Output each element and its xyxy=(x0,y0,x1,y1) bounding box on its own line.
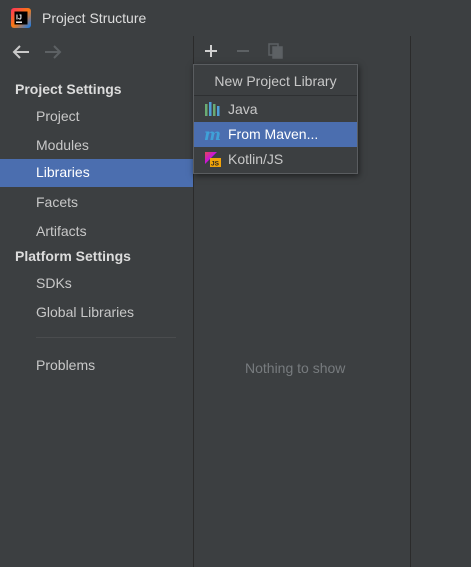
java-library-icon xyxy=(205,102,220,116)
window-title: Project Structure xyxy=(42,10,147,26)
popup-item-from-maven[interactable]: m From Maven... xyxy=(194,122,357,147)
title-bar: IJ Project Structure xyxy=(0,0,471,36)
sidebar-item-artifacts[interactable]: Artifacts xyxy=(0,218,193,246)
popup-title: New Project Library xyxy=(194,65,357,96)
popup-item-java[interactable]: Java xyxy=(194,97,357,122)
sidebar-item-label: Problems xyxy=(36,357,96,373)
maven-icon: m xyxy=(204,126,221,143)
sidebar-item-label: Facets xyxy=(36,194,79,210)
remove-icon[interactable] xyxy=(233,41,253,61)
add-icon[interactable] xyxy=(201,41,221,61)
sidebar-item-label: Artifacts xyxy=(36,223,87,239)
popup-item-kotlin-js[interactable]: JS Kotlin/JS xyxy=(194,147,357,172)
sidebar-divider xyxy=(36,337,176,338)
new-library-popup: New Project Library Java m From Maven... xyxy=(193,64,358,174)
svg-text:IJ: IJ xyxy=(16,15,22,22)
sidebar-item-facets[interactable]: Facets xyxy=(0,189,193,217)
copy-icon[interactable] xyxy=(266,41,286,61)
intellij-app-icon: IJ xyxy=(11,8,31,28)
popup-item-label: Kotlin/JS xyxy=(228,151,284,167)
kotlin-js-icon: JS xyxy=(205,152,221,168)
forward-arrow-icon[interactable] xyxy=(42,42,64,62)
section-header-project-settings: Project Settings xyxy=(15,81,122,97)
sidebar-item-sdks[interactable]: SDKs xyxy=(0,270,193,298)
sidebar: Project Settings Project Modules Librari… xyxy=(0,36,194,567)
sidebar-item-label: Libraries xyxy=(36,164,90,180)
sidebar-item-problems[interactable]: Problems xyxy=(0,352,193,380)
svg-text:m: m xyxy=(204,126,221,143)
sidebar-item-label: SDKs xyxy=(36,275,72,291)
details-panel xyxy=(410,36,471,567)
sidebar-item-project[interactable]: Project xyxy=(0,103,193,131)
back-arrow-icon[interactable] xyxy=(10,42,32,62)
sidebar-item-libraries[interactable]: Libraries xyxy=(0,159,193,187)
sidebar-item-label: Project xyxy=(36,108,80,124)
svg-text:JS: JS xyxy=(211,161,220,168)
sidebar-item-modules[interactable]: Modules xyxy=(0,132,193,160)
sidebar-item-label: Global Libraries xyxy=(36,304,135,320)
popup-item-label: Java xyxy=(228,101,258,117)
section-header-platform-settings: Platform Settings xyxy=(15,248,131,264)
popup-item-label: From Maven... xyxy=(228,126,319,142)
empty-state-text: Nothing to show xyxy=(245,360,346,376)
sidebar-item-global-libraries[interactable]: Global Libraries xyxy=(0,299,193,327)
sidebar-item-label: Modules xyxy=(36,137,89,153)
